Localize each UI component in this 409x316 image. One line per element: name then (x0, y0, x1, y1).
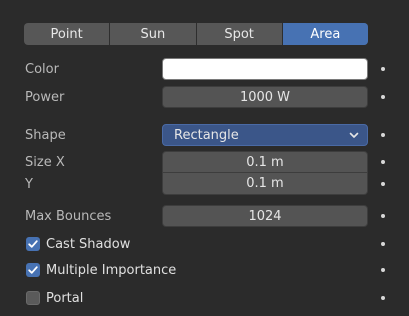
cast-shadow-checkbox[interactable] (26, 237, 40, 251)
power-label: Power (25, 89, 65, 105)
power-row: Power 1000 W (0, 86, 409, 108)
size-y-label: Y (25, 176, 33, 192)
light-type-sun[interactable]: Sun (110, 23, 197, 45)
checkmark-icon (28, 266, 38, 274)
cast-shadow-label: Cast Shadow (46, 236, 131, 252)
size-x-label: Size X (25, 154, 65, 170)
portal-label: Portal (46, 290, 84, 306)
color-label: Color (25, 61, 59, 77)
light-type-spot[interactable]: Spot (197, 23, 283, 45)
max-bounces-label: Max Bounces (25, 208, 112, 224)
size-x-keyframe-dot[interactable] (381, 160, 385, 164)
shape-row: Shape Rectangle (0, 124, 409, 146)
color-keyframe-dot[interactable] (381, 67, 385, 71)
checkmark-icon (28, 240, 38, 248)
light-properties-panel: Point Sun Spot Area Color Power 1000 W S… (0, 0, 409, 316)
portal-keyframe-dot[interactable] (381, 296, 385, 300)
light-type-selector: Point Sun Spot Area (24, 23, 368, 45)
cast-shadow-keyframe-dot[interactable] (381, 242, 385, 246)
power-keyframe-dot[interactable] (381, 95, 385, 99)
portal-row: Portal (0, 287, 409, 309)
multiple-importance-checkbox[interactable] (26, 263, 40, 277)
size-y-keyframe-dot[interactable] (381, 182, 385, 186)
chevron-down-icon (349, 132, 359, 138)
multiple-importance-label: Multiple Importance (46, 262, 177, 278)
size-y-row: Y 0.1 m (0, 173, 409, 195)
power-field[interactable]: 1000 W (162, 86, 368, 108)
shape-dropdown[interactable]: Rectangle (162, 124, 368, 146)
shape-value: Rectangle (174, 127, 239, 143)
max-bounces-keyframe-dot[interactable] (381, 214, 385, 218)
shape-label: Shape (25, 127, 66, 143)
size-y-field[interactable]: 0.1 m (162, 173, 368, 195)
portal-checkbox[interactable] (26, 291, 40, 305)
size-x-field[interactable]: 0.1 m (162, 151, 368, 173)
max-bounces-row: Max Bounces 1024 (0, 205, 409, 227)
light-type-area[interactable]: Area (282, 23, 368, 45)
shape-keyframe-dot[interactable] (381, 133, 385, 137)
cast-shadow-row: Cast Shadow (0, 233, 409, 255)
size-x-row: Size X 0.1 m (0, 151, 409, 173)
multiple-importance-keyframe-dot[interactable] (381, 268, 385, 272)
color-swatch[interactable] (162, 58, 368, 80)
color-row: Color (0, 58, 409, 80)
max-bounces-field[interactable]: 1024 (162, 205, 368, 227)
multiple-importance-row: Multiple Importance (0, 259, 409, 281)
light-type-point[interactable]: Point (24, 23, 111, 45)
